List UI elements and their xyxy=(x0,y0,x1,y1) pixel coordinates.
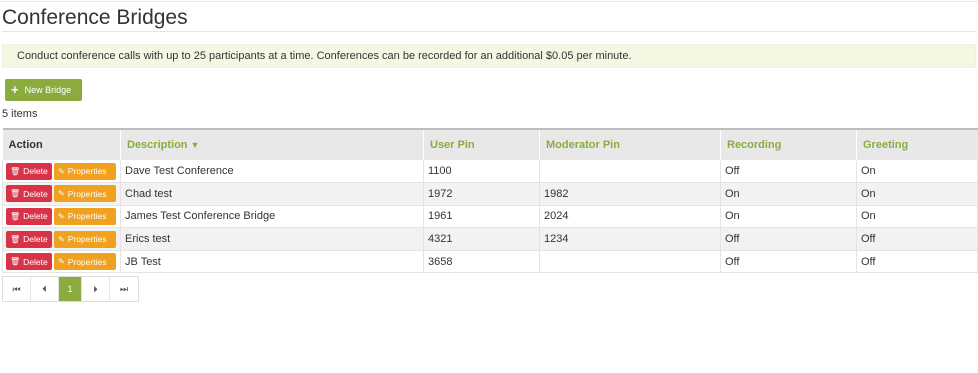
column-header-action: Action xyxy=(2,128,121,160)
properties-button[interactable]: ✎ Properties xyxy=(54,230,116,248)
edit-icon: ✎ xyxy=(58,234,65,244)
table-row: 🗑 Delete ✎ Properties Erics test 4321 1234 Off O… xyxy=(2,227,978,251)
column-header-recording[interactable]: Recording xyxy=(720,128,857,160)
cell-user-pin: 1100 xyxy=(423,160,540,184)
plus-icon: + xyxy=(11,82,19,97)
cell-moderator-pin: 1234 xyxy=(539,227,721,251)
table-row: 🗑 Delete ✎ Properties JB Test 3658 Off Off xyxy=(2,250,978,274)
edit-icon: ✎ xyxy=(58,189,65,199)
cell-description: James Test Conference Bridge xyxy=(120,205,424,229)
pagination: ⏮ ⏴ 1 ⏵ ⏭ xyxy=(2,276,139,302)
new-bridge-button[interactable]: + New Bridge xyxy=(5,79,82,101)
cell-description: Dave Test Conference xyxy=(120,160,424,184)
properties-button[interactable]: ✎ Properties xyxy=(54,253,116,271)
cell-recording: On xyxy=(720,182,857,206)
cell-greeting: On xyxy=(856,182,978,206)
cell-recording: On xyxy=(720,205,857,229)
row-actions: 🗑 Delete ✎ Properties xyxy=(2,160,121,184)
cell-user-pin: 4321 xyxy=(423,227,540,251)
row-actions: 🗑 Delete ✎ Properties xyxy=(2,250,121,274)
delete-button[interactable]: 🗑 Delete xyxy=(6,162,52,180)
cell-greeting: Off xyxy=(856,227,978,251)
cell-moderator-pin xyxy=(539,160,721,184)
cell-moderator-pin xyxy=(539,250,721,274)
page-number-current[interactable]: 1 xyxy=(59,277,82,301)
edit-icon: ✎ xyxy=(58,211,65,221)
cell-moderator-pin: 2024 xyxy=(539,205,721,229)
table-row: 🗑 Delete ✎ Properties James Test Conference … xyxy=(2,205,978,229)
delete-label: Delete xyxy=(23,234,48,245)
properties-button[interactable]: ✎ Properties xyxy=(54,185,116,203)
column-header-greeting[interactable]: Greeting xyxy=(856,128,978,160)
bridges-table: Action Description ▼ User Pin Moderator P… xyxy=(2,128,978,274)
cell-user-pin: 3658 xyxy=(423,250,540,274)
table-header-row: Action Description ▼ User Pin Moderator P… xyxy=(2,128,978,160)
properties-label: Properties xyxy=(67,166,107,177)
cell-greeting: On xyxy=(856,205,978,229)
title-divider xyxy=(2,31,976,32)
trash-icon: 🗑 xyxy=(10,234,21,244)
last-page-icon[interactable]: ⏭ xyxy=(110,277,138,301)
cell-greeting: On xyxy=(856,160,978,184)
cell-description: Chad test xyxy=(120,182,424,206)
page-title: Conference Bridges xyxy=(2,6,188,29)
delete-label: Delete xyxy=(23,188,48,199)
item-count: 5 items xyxy=(2,108,38,120)
delete-label: Delete xyxy=(23,211,48,222)
properties-label: Properties xyxy=(67,256,107,267)
trash-icon: 🗑 xyxy=(10,189,21,199)
delete-button[interactable]: 🗑 Delete xyxy=(6,185,52,203)
first-page-icon[interactable]: ⏮ xyxy=(3,277,31,301)
cell-description: Erics test xyxy=(120,227,424,251)
delete-button[interactable]: 🗑 Delete xyxy=(6,230,52,248)
column-header-description[interactable]: Description ▼ xyxy=(120,128,424,160)
trash-icon: 🗑 xyxy=(10,257,21,267)
delete-button[interactable]: 🗑 Delete xyxy=(6,207,52,225)
trash-icon: 🗑 xyxy=(10,211,21,221)
cell-user-pin: 1972 xyxy=(423,182,540,206)
cell-greeting: Off xyxy=(856,250,978,274)
cell-user-pin: 1961 xyxy=(423,205,540,229)
column-header-user-pin[interactable]: User Pin xyxy=(423,128,540,160)
previous-page-icon[interactable]: ⏴ xyxy=(31,277,59,301)
trash-icon: 🗑 xyxy=(10,166,21,176)
row-actions: 🗑 Delete ✎ Properties xyxy=(2,182,121,206)
sort-descending-icon: ▼ xyxy=(190,140,200,150)
new-bridge-label: New Bridge xyxy=(24,85,72,95)
delete-label: Delete xyxy=(23,166,48,177)
properties-button[interactable]: ✎ Properties xyxy=(54,207,116,225)
delete-label: Delete xyxy=(23,256,48,267)
cell-recording: Off xyxy=(720,227,857,251)
row-actions: 🗑 Delete ✎ Properties xyxy=(2,227,121,251)
properties-label: Properties xyxy=(67,211,107,222)
next-page-icon[interactable]: ⏵ xyxy=(82,277,110,301)
table-row: 🗑 Delete ✎ Properties Chad test 1972 1982 On On xyxy=(2,182,978,206)
cell-recording: Off xyxy=(720,160,857,184)
properties-label: Properties xyxy=(67,234,107,245)
info-banner: Conduct conference calls with up to 25 p… xyxy=(2,44,976,68)
properties-label: Properties xyxy=(67,188,107,199)
cell-moderator-pin: 1982 xyxy=(539,182,721,206)
row-actions: 🗑 Delete ✎ Properties xyxy=(2,205,121,229)
edit-icon: ✎ xyxy=(58,166,65,176)
column-header-moderator-pin[interactable]: Moderator Pin xyxy=(539,128,721,160)
top-border xyxy=(0,1,978,2)
cell-description: JB Test xyxy=(120,250,424,274)
cell-recording: Off xyxy=(720,250,857,274)
delete-button[interactable]: 🗑 Delete xyxy=(6,253,52,271)
properties-button[interactable]: ✎ Properties xyxy=(54,162,116,180)
edit-icon: ✎ xyxy=(58,257,65,267)
table-row: 🗑 Delete ✎ Properties Dave Test Conference 11… xyxy=(2,160,978,184)
